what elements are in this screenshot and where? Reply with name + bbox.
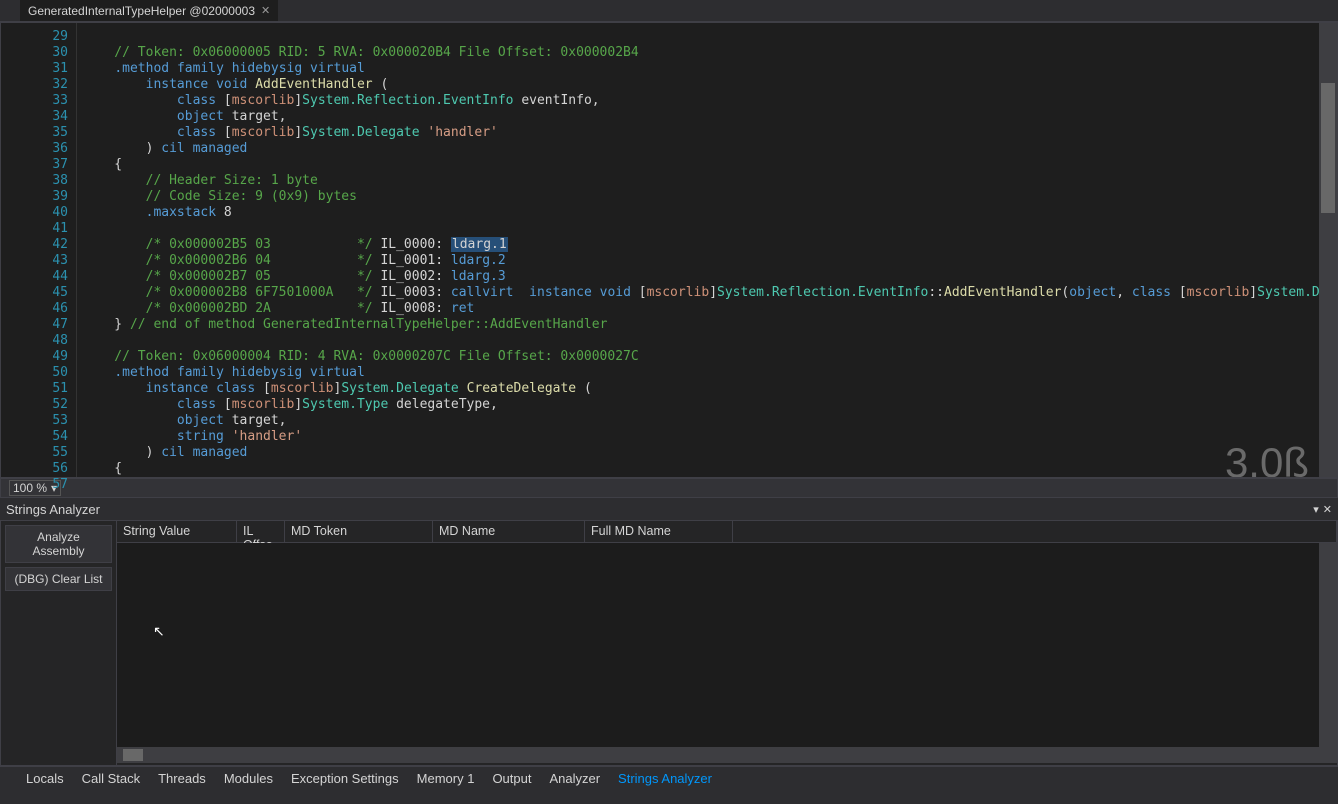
tab-memory-1[interactable]: Memory 1 [411, 769, 481, 788]
tab-call-stack[interactable]: Call Stack [76, 769, 147, 788]
results-grid[interactable]: String Value IL Offse MD Token MD Name F… [117, 521, 1337, 765]
tab-modules[interactable]: Modules [218, 769, 279, 788]
document-tab[interactable]: GeneratedInternalTypeHelper @02000003 ✕ [20, 0, 278, 21]
scrollbar-thumb[interactable] [123, 749, 143, 761]
grid-header: String Value IL Offse MD Token MD Name F… [117, 521, 1337, 543]
grid-horizontal-scrollbar[interactable] [117, 747, 1337, 763]
col-spacer [733, 521, 1337, 542]
cursor-icon: ↖ [153, 623, 165, 640]
col-string-value[interactable]: String Value [117, 521, 237, 542]
tab-locals[interactable]: Locals [20, 769, 70, 788]
col-md-name[interactable]: MD Name [433, 521, 585, 542]
scrollbar-thumb[interactable] [1321, 83, 1335, 213]
bottom-tab-strip: Locals Call Stack Threads Modules Except… [0, 766, 1338, 790]
tab-output[interactable]: Output [486, 769, 537, 788]
code-editor[interactable]: 2930313233343536373839404142434445464748… [0, 22, 1338, 478]
line-gutter: 2930313233343536373839404142434445464748… [1, 23, 77, 477]
analyzer-toolbar: Analyze Assembly (DBG) Clear List [1, 521, 117, 765]
tab-exception-settings[interactable]: Exception Settings [285, 769, 405, 788]
tab-threads[interactable]: Threads [152, 769, 212, 788]
close-icon[interactable]: ✕ [261, 4, 270, 17]
tab-strings-analyzer[interactable]: Strings Analyzer [612, 769, 718, 788]
panel-menu-icon[interactable]: ▾ [1313, 503, 1319, 516]
col-full-md-name[interactable]: Full MD Name [585, 521, 733, 542]
panel-titlebar: Strings Analyzer ▾ ✕ [0, 498, 1338, 520]
grid-body: ↖ [117, 543, 1337, 763]
document-tab-bar: GeneratedInternalTypeHelper @02000003 ✕ [0, 0, 1338, 22]
tab-title: GeneratedInternalTypeHelper @02000003 [28, 4, 255, 18]
editor-vertical-scrollbar[interactable] [1319, 23, 1337, 477]
clear-list-button[interactable]: (DBG) Clear List [5, 567, 112, 591]
zoom-bar: 100 % ▾ [0, 478, 1338, 498]
code-area[interactable]: // Token: 0x06000005 RID: 5 RVA: 0x00002… [77, 23, 1337, 477]
strings-analyzer-panel: Analyze Assembly (DBG) Clear List String… [0, 520, 1338, 766]
version-watermark: 3.0ß [1225, 455, 1309, 471]
panel-title-text: Strings Analyzer [6, 502, 100, 517]
grid-vertical-scrollbar[interactable] [1319, 543, 1337, 749]
analyze-assembly-button[interactable]: Analyze Assembly [5, 525, 112, 563]
tab-analyzer[interactable]: Analyzer [543, 769, 606, 788]
col-il-offset[interactable]: IL Offse [237, 521, 285, 542]
col-md-token[interactable]: MD Token [285, 521, 433, 542]
close-panel-icon[interactable]: ✕ [1323, 503, 1332, 516]
